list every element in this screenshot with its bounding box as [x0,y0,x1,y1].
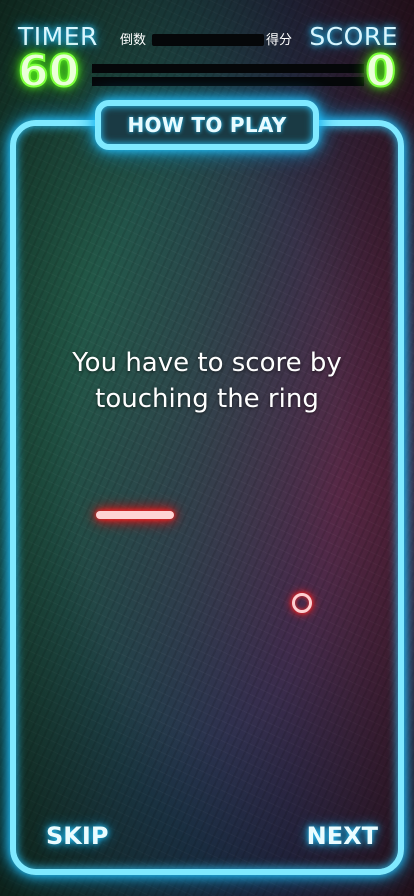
next-button[interactable]: NEXT [307,822,378,850]
instruction-line-1: You have to score by [72,348,342,378]
hud-divider-top [152,34,264,46]
tutorial-frame [10,120,404,875]
paddle-icon [96,511,174,519]
score-value: 0 [364,46,397,97]
ring-icon [292,593,312,613]
skip-button[interactable]: SKIP [46,822,108,850]
timer-value: 60 [17,46,80,97]
game-screen: TIMER 倒数 得分 SCORE 60 0 HOW TO PLAY You h… [0,0,414,896]
score-sub-label: 得分 [266,33,293,48]
instruction-line-2: touching the ring [95,384,319,414]
timer-sub-label: 倒数 [120,33,147,48]
instruction-text: You have to score by touching the ring [40,345,374,417]
hud-divider-bottom [92,64,364,86]
how-to-play-title: HOW TO PLAY [127,113,287,137]
how-to-play-tab: HOW TO PLAY [95,100,319,150]
